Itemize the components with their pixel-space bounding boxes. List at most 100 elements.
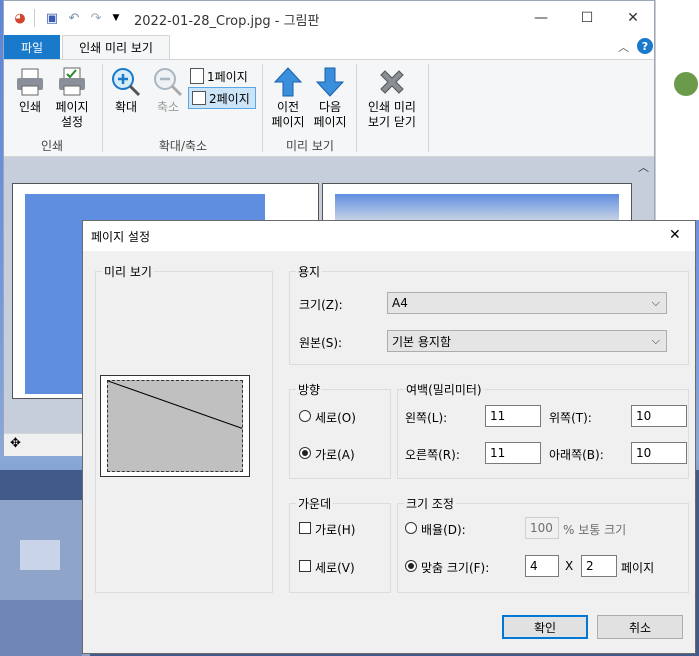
margin-right-input[interactable]: 11 bbox=[485, 442, 541, 464]
paper-size-value: A4 bbox=[392, 296, 408, 310]
paper-size-select[interactable]: A4 ⌵ bbox=[387, 292, 667, 314]
next-page-button[interactable]: 다음 페이지 bbox=[310, 66, 350, 130]
center-vertical-checkbox[interactable] bbox=[299, 560, 311, 572]
background-window-edge bbox=[655, 0, 699, 220]
ribbon-separator bbox=[356, 64, 357, 152]
paper-source-label: 원본(S): bbox=[299, 336, 343, 350]
adjust-to-label[interactable]: 배율(D): bbox=[421, 521, 466, 538]
fit-to-radio[interactable] bbox=[405, 560, 417, 572]
preview-page bbox=[100, 375, 250, 477]
ribbon-separator bbox=[428, 64, 429, 152]
close-button[interactable]: ✕ bbox=[610, 1, 656, 35]
next-page-label-1: 다음 bbox=[318, 100, 342, 114]
adjust-to-input[interactable]: 100 bbox=[525, 517, 559, 539]
fit-to-height-input[interactable]: 2 bbox=[581, 555, 617, 577]
cancel-button[interactable]: 취소 bbox=[597, 615, 683, 639]
chevron-down-icon: ⌵ bbox=[651, 334, 660, 347]
paper-source-select[interactable]: 기본 용지함 ⌵ bbox=[387, 330, 667, 352]
portrait-label[interactable]: 세로(O) bbox=[315, 409, 356, 426]
paint-titlebar: ◕ ▣ ↶ ↷ ▼ 2022-01-28_Crop.jpg - 그림판 — ☐ … bbox=[4, 1, 654, 35]
fit-to-suffix: 페이지 bbox=[621, 561, 655, 575]
window-title: 2022-01-28_Crop.jpg - 그림판 bbox=[134, 14, 320, 29]
page-setup-button[interactable]: 페이지 설정 bbox=[52, 66, 92, 130]
ribbon-separator bbox=[102, 64, 103, 152]
arrow-down-icon bbox=[315, 67, 345, 97]
centering-legend: 가운데 bbox=[298, 497, 332, 511]
margin-right-label: 오른쪽(R): bbox=[405, 448, 460, 462]
previous-page-label-1: 이전 bbox=[276, 100, 300, 114]
zoom-out-icon bbox=[154, 68, 183, 97]
orientation-group: 방향 bbox=[289, 381, 391, 479]
center-horizontal-checkbox[interactable] bbox=[299, 522, 311, 534]
preview-printable-area bbox=[107, 380, 243, 472]
paper-size-label: 크기(Z): bbox=[299, 298, 343, 312]
minimize-button[interactable]: — bbox=[518, 1, 564, 35]
print-button[interactable]: 인쇄 bbox=[12, 66, 48, 115]
previous-page-button[interactable]: 이전 페이지 bbox=[268, 66, 308, 130]
zoom-in-button[interactable]: 확대 bbox=[108, 66, 144, 115]
page-setup-label-1: 페이지 bbox=[55, 100, 89, 114]
close-preview-label-2: 보기 닫기 bbox=[368, 115, 416, 129]
zoom-in-icon bbox=[112, 68, 141, 97]
zoom-out-button[interactable]: 축소 bbox=[150, 66, 186, 115]
margin-top-input[interactable]: 10 bbox=[631, 405, 687, 427]
page-setup-icon bbox=[59, 67, 85, 96]
center-horizontal-label[interactable]: 가로(H) bbox=[315, 521, 355, 538]
two-page-button[interactable]: 2페이지 bbox=[188, 87, 256, 109]
dialog-close-icon[interactable]: ✕ bbox=[669, 227, 681, 243]
tab-print-preview[interactable]: 인쇄 미리 보기 bbox=[62, 35, 170, 59]
margin-left-input[interactable]: 11 bbox=[485, 405, 541, 427]
close-preview-label-1: 인쇄 미리 bbox=[368, 100, 416, 114]
close-print-preview-button[interactable]: 인쇄 미리 보기 닫기 bbox=[362, 66, 422, 130]
two-page-label: 2페이지 bbox=[209, 91, 250, 106]
undo-icon[interactable]: ↶ bbox=[66, 10, 82, 26]
tab-file[interactable]: 파일 bbox=[4, 35, 60, 59]
centering-group: 가운데 bbox=[289, 495, 391, 593]
collapse-ribbon-icon[interactable]: ︿ bbox=[618, 39, 629, 55]
portrait-radio[interactable] bbox=[299, 410, 311, 422]
ok-button[interactable]: 확인 bbox=[502, 615, 588, 639]
margin-top-label: 위쪽(T): bbox=[549, 411, 592, 425]
fit-to-width-input[interactable]: 4 bbox=[525, 555, 559, 577]
previous-page-label-2: 페이지 bbox=[271, 115, 305, 129]
next-page-label-2: 페이지 bbox=[313, 115, 347, 129]
fit-to-times-label: X bbox=[565, 559, 574, 573]
redo-icon[interactable]: ↷ bbox=[88, 10, 104, 26]
adjust-to-radio[interactable] bbox=[405, 522, 417, 534]
landscape-label[interactable]: 가로(A) bbox=[315, 446, 355, 463]
maximize-button[interactable]: ☐ bbox=[564, 1, 610, 35]
landscape-radio[interactable] bbox=[299, 447, 311, 459]
fit-to-label[interactable]: 맞춤 크기(F): bbox=[421, 559, 489, 576]
orientation-legend: 방향 bbox=[298, 383, 321, 397]
dialog-title: 페이지 설정 bbox=[91, 230, 151, 244]
paint-app-icon: ◕ bbox=[14, 10, 26, 26]
one-page-button[interactable]: 1페이지 bbox=[190, 66, 256, 86]
customize-quick-access-icon[interactable]: ▼ bbox=[108, 10, 124, 26]
preview-legend: 미리 보기 bbox=[104, 265, 152, 279]
avatar bbox=[674, 72, 698, 96]
page-setup-label-2: 설정 bbox=[60, 115, 84, 129]
dialog-titlebar: 페이지 설정 ✕ bbox=[83, 221, 695, 251]
chevron-down-icon: ⌵ bbox=[651, 296, 660, 309]
paper-source-value: 기본 용지함 bbox=[392, 334, 452, 349]
zoom-in-label: 확대 bbox=[114, 100, 138, 114]
zoom-out-label: 축소 bbox=[156, 100, 180, 114]
help-icon[interactable]: ? bbox=[637, 38, 653, 54]
close-preview-icon bbox=[380, 70, 404, 94]
move-cursor-icon: ✥ bbox=[10, 436, 21, 451]
scaling-legend: 크기 조정 bbox=[406, 497, 454, 511]
print-label: 인쇄 bbox=[18, 100, 42, 114]
group-label-preview: 미리 보기 bbox=[286, 139, 334, 153]
group-label-zoom: 확대/축소 bbox=[158, 139, 208, 153]
center-vertical-label[interactable]: 세로(V) bbox=[315, 559, 355, 576]
ribbon: 인쇄 페이지 설정 인쇄 확대 축소 1페이지 2페이지 확대/축소 이전 페이… bbox=[4, 59, 654, 157]
margin-bottom-input[interactable]: 10 bbox=[631, 442, 687, 464]
scaling-group: 크기 조정 bbox=[397, 495, 689, 593]
margins-legend: 여백(밀리미터) bbox=[406, 383, 482, 397]
arrow-up-icon bbox=[273, 67, 303, 97]
preview-image-line bbox=[108, 381, 242, 429]
ribbon-separator bbox=[262, 64, 263, 152]
paper-legend: 용지 bbox=[298, 265, 321, 279]
scroll-up-icon[interactable]: ︿ bbox=[638, 159, 649, 175]
save-icon[interactable]: ▣ bbox=[44, 10, 60, 26]
